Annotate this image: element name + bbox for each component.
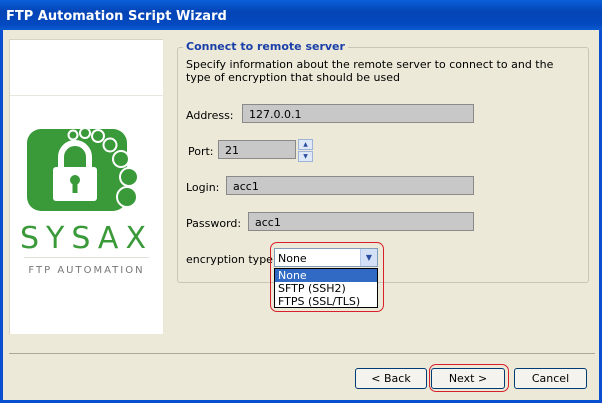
brand-name: SYSAX: [19, 221, 154, 256]
section-title: Connect to remote server: [183, 40, 348, 53]
brand-subtitle: FTP AUTOMATION: [28, 265, 145, 276]
port-spinner[interactable]: ▲ ▼: [298, 139, 313, 162]
spin-up-icon[interactable]: ▲: [298, 139, 313, 150]
button-area-divider: [9, 353, 595, 354]
spin-down-icon[interactable]: ▼: [298, 151, 313, 162]
address-field[interactable]: 127.0.0.1: [242, 104, 474, 123]
chevron-down-icon[interactable]: ▼: [360, 249, 377, 266]
sysax-lock-logo-icon: [27, 127, 139, 211]
address-label: Address:: [186, 109, 234, 122]
encryption-selected-value: None: [278, 252, 307, 265]
logo-panel: SYSAX FTP AUTOMATION: [9, 39, 163, 334]
next-button[interactable]: Next >: [431, 368, 505, 389]
port-field[interactable]: 21: [218, 140, 296, 159]
section-description: Specify information about the remote ser…: [186, 58, 554, 84]
cancel-button[interactable]: Cancel: [514, 368, 587, 389]
password-field[interactable]: acc1: [248, 212, 474, 231]
encryption-type-select[interactable]: None ▼: [274, 248, 378, 267]
back-button[interactable]: < Back: [355, 368, 427, 389]
encryption-option-none[interactable]: None: [275, 269, 377, 282]
login-label: Login:: [186, 181, 220, 194]
brand-divider: [24, 257, 149, 258]
encryption-option-ftps[interactable]: FTPS (SSL/TLS): [275, 295, 377, 308]
window-title: FTP Automation Script Wizard: [6, 9, 227, 24]
port-label: Port:: [188, 145, 214, 158]
window-titlebar[interactable]: FTP Automation Script Wizard: [0, 0, 602, 30]
logo-panel-divider: [10, 95, 163, 96]
encryption-type-label: encryption type:: [186, 253, 277, 266]
encryption-option-sftp[interactable]: SFTP (SSH2): [275, 282, 377, 295]
password-label: Password:: [186, 217, 242, 230]
encryption-dropdown-list: None SFTP (SSH2) FTPS (SSL/TLS): [274, 268, 378, 308]
login-field[interactable]: acc1: [226, 176, 474, 195]
